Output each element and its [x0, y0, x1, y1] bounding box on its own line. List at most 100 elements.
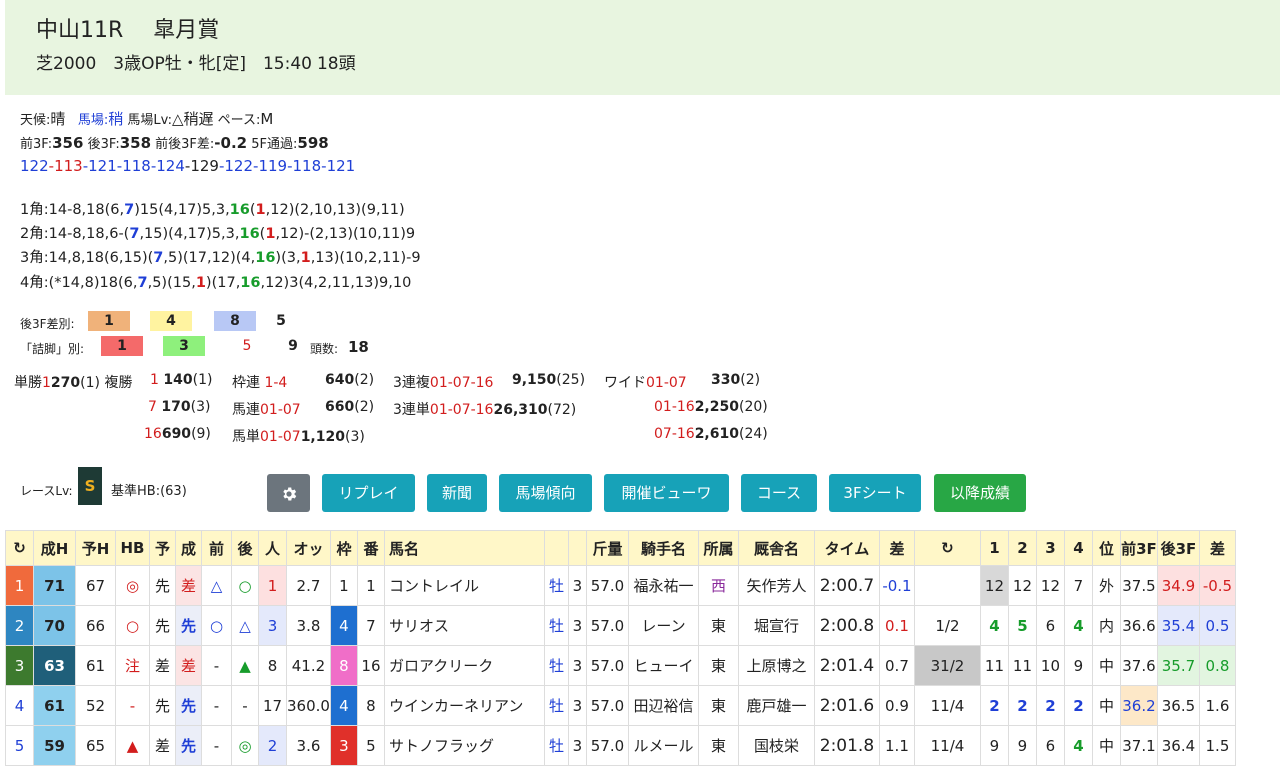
col-header[interactable]: HB — [115, 530, 150, 566]
after3f-chip: 5 — [270, 311, 292, 331]
corner-token: 14 — [48, 250, 68, 266]
corner-token: 1 — [255, 202, 266, 218]
l3-label: 後3F: — [87, 137, 120, 152]
table-cell: ▲ — [231, 645, 259, 686]
wakuren-amt: 640 — [325, 372, 355, 388]
corner-token: )( — [205, 275, 218, 291]
col-header[interactable]: タイム — [813, 530, 880, 566]
table-row[interactable]: 4 61 52- 先先 - -17 360.0 4 8 ウインカーネリアン牡 3 57.0 田辺裕信東鹿… — [5, 685, 1236, 726]
col-header[interactable]: 厩舎名 — [737, 530, 815, 566]
lap-time: 124 — [156, 157, 185, 175]
corner-token: )( — [177, 250, 189, 266]
race-name: 皐月賞 — [153, 18, 220, 43]
table-cell: 2 — [1035, 685, 1065, 726]
table-cell: 9 — [1007, 725, 1037, 766]
settings-button[interactable] — [267, 474, 310, 512]
corner-token: 14 — [48, 202, 68, 218]
table-cell: 0.7 — [878, 645, 915, 686]
table-row[interactable]: 5 59 65 ▲ 差先 - ◎ 2 3.6 3 5 サトノフラッグ牡 3 57.0 ルメール東国枝栄 2:0… — [5, 725, 1236, 766]
table-cell: 57.0 — [585, 725, 629, 766]
table-cell: 国枝栄 — [737, 725, 815, 766]
col-header[interactable]: 前3F — [1119, 530, 1158, 566]
newspaper-button[interactable]: 新聞 — [427, 474, 487, 512]
corner-token: 1 — [300, 250, 311, 266]
col-header[interactable]: 番 — [356, 530, 385, 566]
col-header[interactable]: 3 — [1035, 530, 1065, 566]
col-header[interactable]: 斤量 — [585, 530, 629, 566]
table-cell[interactable]: サトノフラッグ — [383, 725, 545, 766]
later-results-button[interactable]: 以降成績 — [934, 474, 1026, 512]
table-cell: 3 — [567, 605, 587, 646]
corner-token: 11 — [331, 275, 351, 291]
table-cell: 31/2 — [913, 645, 981, 686]
col-header[interactable]: 騎手名 — [627, 530, 699, 566]
table-row[interactable]: 2 70 66 ○ 先先 ○ △ 3 3.8 4 7 サリオス牡 3 57.0 レーン東堀宣行 2:00.8 0… — [5, 605, 1236, 646]
course-button[interactable]: コース — [741, 474, 817, 512]
table-cell: 4 — [1063, 725, 1093, 766]
col-header[interactable] — [543, 530, 569, 566]
table-cell: 17 — [258, 685, 287, 726]
table-cell: 先 — [175, 725, 202, 766]
col-header[interactable]: 4 — [1063, 530, 1093, 566]
corner-token: 14 — [61, 275, 80, 291]
meet-viewer-button[interactable]: 開催ビューワ — [604, 474, 729, 512]
race-subtitle: 芝2000 3歳OP牡・牝[定] 15:40 18頭 — [36, 49, 373, 74]
col-header[interactable]: 予H — [75, 530, 116, 566]
track-label[interactable]: 馬場: — [78, 113, 108, 128]
table-cell[interactable]: ウインカーネリアン — [383, 685, 545, 726]
corner-token: 5 — [167, 250, 178, 266]
table-cell[interactable]: ガロアクリーク — [383, 645, 545, 686]
col-header[interactable]: 後 — [231, 530, 259, 566]
col-header[interactable]: 馬名 — [383, 530, 545, 566]
table-row[interactable]: 3 63 61 注差差 - ▲ 8 41.2 8 16 ガロアクリーク牡 3 57.0 ヒューイ東上原博之… — [5, 645, 1236, 686]
corner-label: 4角: — [20, 275, 49, 291]
track-trend-button[interactable]: 馬場傾向 — [499, 474, 592, 512]
corner-token: 8 — [71, 250, 81, 266]
corner-token: 15 — [139, 202, 159, 218]
diff: -0.2 — [214, 134, 248, 152]
lap-times: 122-113-121-118-124-129-122-119-118-121 — [20, 157, 355, 175]
table-cell[interactable]: サリオス — [383, 605, 545, 646]
replay-button[interactable]: リプレイ — [322, 474, 415, 512]
corner-token: )( — [230, 250, 242, 266]
table-cell: 65 — [75, 725, 116, 766]
corner-token: )( — [141, 250, 154, 266]
col-header[interactable]: 所属 — [697, 530, 739, 566]
table-cell: 52 — [75, 685, 116, 726]
table-cell: 1.5 — [1198, 725, 1236, 766]
table-cell: 1 — [5, 565, 34, 606]
table-cell: 1 — [356, 565, 385, 606]
col-header[interactable] — [567, 530, 587, 566]
col-header[interactable]: 位 — [1091, 530, 1121, 566]
table-cell[interactable]: コントレイル — [383, 565, 545, 606]
lap-time: 118 — [122, 157, 151, 175]
col-header[interactable]: 後3F — [1156, 530, 1200, 566]
col-header[interactable]: 枠 — [329, 530, 358, 566]
col-header[interactable]: 予 — [149, 530, 176, 566]
tansho-amt: 270 — [50, 375, 81, 391]
refresh-icon[interactable]: ↻ — [913, 530, 981, 566]
sanrentan-label: 3連単 — [393, 402, 430, 418]
corner-token: 9 — [379, 275, 389, 291]
col-header[interactable]: 1 — [979, 530, 1009, 566]
table-row[interactable]: 1 71 67 ◎ 先差 △ ○ 1 2.7 1 1 コントレイル牡 3 57.0 福永祐一西矢作芳人 2:0… — [5, 565, 1236, 606]
table-cell: 1.1 — [878, 725, 915, 766]
col-header[interactable]: 差 — [1198, 530, 1236, 566]
col-header[interactable]: オッ — [286, 530, 331, 566]
table-cell: - — [231, 685, 259, 726]
tsumeashi-chip: 5 — [226, 336, 268, 356]
col-header[interactable]: 成 — [175, 530, 202, 566]
3f-sheet-button[interactable]: 3Fシート — [829, 474, 921, 512]
table-cell: ○ — [115, 605, 150, 646]
umatan-label: 馬単 — [232, 429, 260, 445]
umaren-num: 01-07 — [260, 402, 301, 418]
col-header[interactable]: 人 — [258, 530, 287, 566]
col-header[interactable]: 2 — [1007, 530, 1037, 566]
col-header[interactable]: 成H — [33, 530, 76, 566]
table-cell: 6 — [1035, 725, 1065, 766]
track[interactable]: 稍 — [108, 110, 123, 128]
corner-token: 1 — [195, 275, 206, 291]
col-header[interactable]: 差 — [878, 530, 915, 566]
refresh-icon[interactable]: ↻ — [5, 530, 34, 566]
col-header[interactable]: 前 — [201, 530, 232, 566]
